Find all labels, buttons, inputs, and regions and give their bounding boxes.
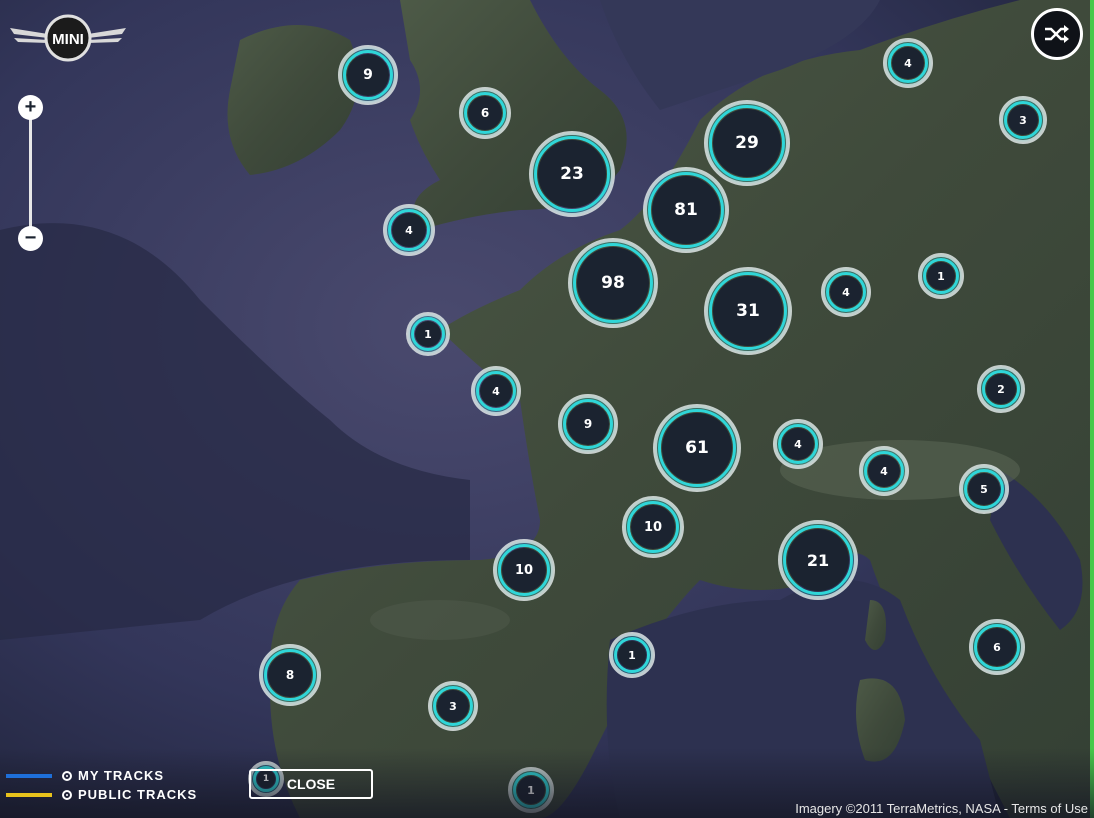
cluster-marker[interactable]: 4	[383, 204, 435, 256]
cluster-marker[interactable]: 6	[459, 87, 511, 139]
cluster-marker[interactable]: 21	[778, 520, 858, 600]
cluster-count: 4	[868, 455, 900, 487]
cluster-marker[interactable]: 3	[999, 96, 1047, 144]
window-edge	[1090, 0, 1094, 818]
cluster-count: 29	[713, 109, 781, 177]
cluster-marker[interactable]: 9	[558, 394, 618, 454]
cluster-marker[interactable]: 4	[821, 267, 871, 317]
legend-label: MY TRACKS	[78, 768, 165, 783]
cluster-marker[interactable]: 81	[643, 167, 729, 253]
cluster-count: 9	[567, 403, 609, 445]
zoom-out-button[interactable]: −	[18, 226, 43, 251]
cluster-marker[interactable]: 1	[609, 632, 655, 678]
cluster-count: 10	[631, 505, 675, 549]
cluster-count: 1	[618, 641, 646, 669]
cluster-marker[interactable]: 9	[338, 45, 398, 105]
cluster-count: 4	[892, 47, 924, 79]
cluster-count: 4	[782, 428, 814, 460]
cluster-marker[interactable]: 10	[493, 539, 555, 601]
cluster-marker[interactable]: 1	[406, 312, 450, 356]
zoom-in-button[interactable]: +	[18, 95, 43, 120]
cluster-count: 81	[652, 176, 720, 244]
cluster-count: 23	[538, 140, 606, 208]
close-button[interactable]: CLOSE	[249, 769, 373, 799]
cluster-count: 61	[662, 413, 732, 483]
cluster-count: 9	[347, 54, 389, 96]
radio-icon	[62, 789, 72, 800]
logo-text: MINI	[52, 31, 84, 48]
cluster-marker[interactable]: 23	[529, 131, 615, 217]
cluster-count: 21	[787, 529, 849, 591]
cluster-count: 2	[986, 374, 1016, 404]
cluster-count: 98	[577, 247, 649, 319]
legend-public-tracks[interactable]: PUBLIC TRACKS	[6, 787, 197, 802]
shuffle-icon	[1045, 25, 1069, 43]
legend-label: PUBLIC TRACKS	[78, 787, 198, 802]
cluster-count: 4	[392, 213, 426, 247]
cluster-count: 6	[468, 96, 502, 130]
public-tracks-line-icon	[6, 792, 52, 797]
zoom-slider-track[interactable]	[29, 108, 32, 238]
cluster-marker[interactable]: 10	[622, 496, 684, 558]
mini-logo: MINI	[10, 14, 126, 62]
satellite-map[interactable]	[0, 0, 1094, 818]
cluster-count: 8	[268, 653, 312, 697]
cluster-marker[interactable]: 29	[704, 100, 790, 186]
cluster-marker[interactable]: 4	[883, 38, 933, 88]
cluster-count: 6	[978, 628, 1016, 666]
cluster-count: 1	[415, 321, 441, 347]
cluster-count: 31	[713, 276, 783, 346]
cluster-marker[interactable]: 4	[773, 419, 823, 469]
cluster-marker[interactable]: 4	[859, 446, 909, 496]
cluster-count: 10	[502, 548, 546, 592]
cluster-marker[interactable]: 61	[653, 404, 741, 492]
cluster-marker[interactable]: 98	[568, 238, 658, 328]
cluster-count: 5	[968, 473, 1000, 505]
cluster-marker[interactable]: 3	[428, 681, 478, 731]
shuffle-button[interactable]	[1031, 8, 1083, 60]
cluster-count: 3	[437, 690, 469, 722]
cluster-marker[interactable]: 4	[471, 366, 521, 416]
cluster-marker[interactable]: 6	[969, 619, 1025, 675]
cluster-marker[interactable]: 1	[918, 253, 964, 299]
cluster-marker[interactable]: 31	[704, 267, 792, 355]
cluster-count: 3	[1008, 105, 1038, 135]
cluster-count: 4	[830, 276, 862, 308]
cluster-marker[interactable]: 8	[259, 644, 321, 706]
radio-icon	[62, 770, 72, 781]
my-tracks-line-icon	[6, 773, 52, 778]
legend-my-tracks[interactable]: MY TRACKS	[6, 768, 164, 783]
cluster-marker[interactable]: 5	[959, 464, 1009, 514]
map-attribution[interactable]: Imagery ©2011 TerraMetrics, NASA - Terms…	[795, 801, 1088, 816]
cluster-count: 1	[927, 262, 955, 290]
cluster-count: 4	[480, 375, 512, 407]
cluster-marker[interactable]: 2	[977, 365, 1025, 413]
